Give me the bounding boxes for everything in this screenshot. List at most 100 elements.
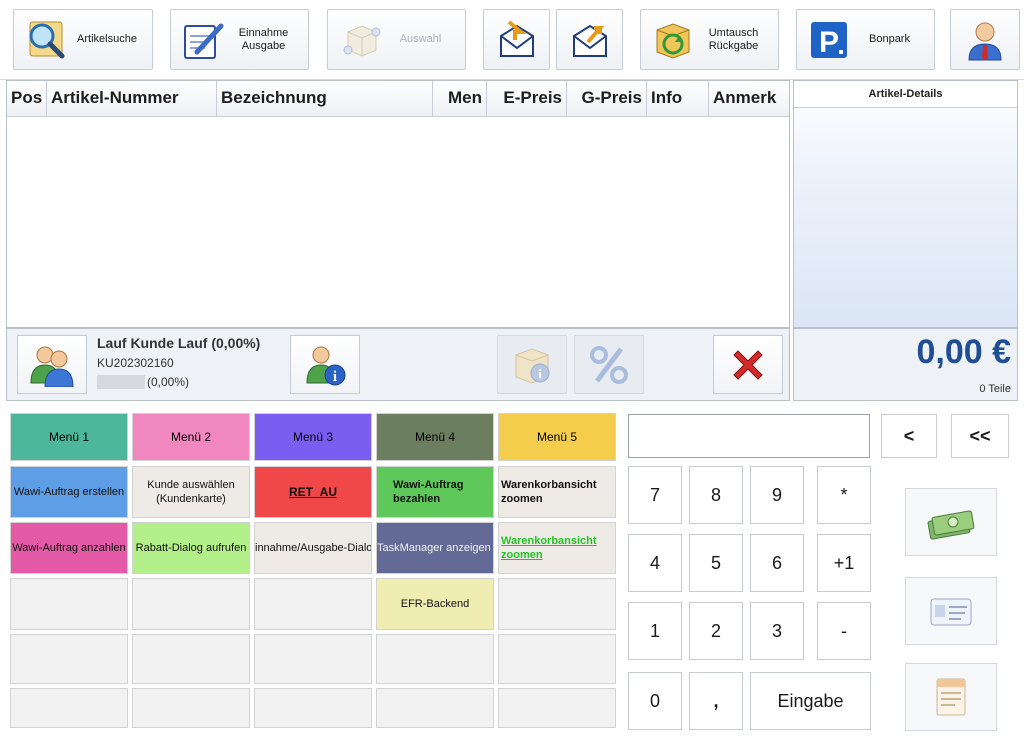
- task-manager-button[interactable]: TaskManager anzeigen: [376, 522, 494, 574]
- exchange-label: Umtausch: [708, 26, 759, 39]
- card-payment-button[interactable]: [905, 577, 997, 645]
- menu-tab-4[interactable]: Menü 4: [376, 413, 494, 461]
- key-9[interactable]: 9: [750, 466, 804, 524]
- key-6[interactable]: 6: [750, 534, 804, 592]
- zoom-cart-label: Warenkorbansicht zoomen: [501, 478, 597, 506]
- backspace-button[interactable]: <: [881, 414, 937, 458]
- menu-tab-1[interactable]: Menü 1: [10, 413, 128, 461]
- envelope-in-icon: [499, 19, 534, 57]
- zoom-cart-button[interactable]: Warenkorbansicht zoomen: [498, 466, 616, 518]
- article-table[interactable]: Pos Artikel-Nummer Bezeichnung Men E-Pre…: [6, 80, 790, 328]
- key-0[interactable]: 0: [628, 672, 682, 730]
- expense-label: Ausgabe: [241, 39, 286, 52]
- ret-au-button[interactable]: RET_AU: [254, 466, 372, 518]
- income-expense-button[interactable]: Einnahme Ausgabe: [170, 9, 309, 70]
- exchange-return-label: Umtausch Rückgabe: [695, 27, 778, 53]
- discount-dialog-button[interactable]: Rabatt-Dialog aufrufen: [132, 522, 250, 574]
- send-mail-button[interactable]: [556, 9, 623, 70]
- empty-slot: [498, 688, 616, 728]
- receive-mail-button[interactable]: [483, 9, 550, 70]
- select-customer-label: Kunde auswählen (Kundenkarte): [147, 478, 234, 506]
- pay-order-line2: bezahlen: [393, 493, 441, 505]
- article-details-title: Artikel-Details: [794, 81, 1017, 108]
- key-2[interactable]: 2: [689, 602, 743, 660]
- table-header: Pos Artikel-Nummer Bezeichnung Men E-Pre…: [7, 81, 789, 117]
- menu-tab-2[interactable]: Menü 2: [132, 413, 250, 461]
- discount-button[interactable]: [574, 335, 644, 394]
- receipt-button[interactable]: [905, 663, 997, 731]
- close-icon: [733, 349, 763, 380]
- column-description[interactable]: Bezeichnung: [217, 81, 433, 116]
- cash-payment-button[interactable]: [905, 488, 997, 556]
- income-expense-label: Einnahme Ausgabe: [225, 27, 308, 53]
- key-5[interactable]: 5: [689, 534, 743, 592]
- box-info-icon: i: [515, 347, 550, 384]
- cube-selection-icon: [343, 24, 381, 57]
- column-quantity[interactable]: Men: [433, 81, 487, 116]
- key-multiply[interactable]: *: [817, 466, 871, 524]
- key-1[interactable]: 1: [628, 602, 682, 660]
- pay-order-label: Wawi-Auftrag bezahlen: [393, 478, 463, 506]
- customers-icon: [30, 346, 74, 387]
- select-customer-line1: Kunde auswählen: [147, 479, 235, 491]
- total-amount: 0,00 €: [916, 333, 1011, 371]
- pay-order-button[interactable]: Wawi-Auftrag bezahlen: [376, 466, 494, 518]
- notepad-pen-icon: [184, 23, 224, 59]
- key-8[interactable]: 8: [689, 466, 743, 524]
- customer-strip: Lauf Kunde Lauf (0,00%) KU202302160 (0,0…: [6, 328, 790, 401]
- key-3[interactable]: 3: [750, 602, 804, 660]
- customer-name: Lauf Kunde Lauf (0,00%): [97, 335, 261, 351]
- menu-tab-5[interactable]: Menü 5: [498, 413, 616, 461]
- total-panel: 0,00 € 0 Teile: [793, 328, 1018, 401]
- empty-slot: [376, 688, 494, 728]
- column-pos[interactable]: Pos: [7, 81, 47, 116]
- svg-text:i: i: [333, 369, 337, 385]
- zoom-cart-line1: Warenkorbansicht: [501, 479, 597, 491]
- select-customer-button[interactable]: Kunde auswählen (Kundenkarte): [132, 466, 250, 518]
- column-article-number[interactable]: Artikel-Nummer: [47, 81, 217, 116]
- key-minus[interactable]: -: [817, 602, 871, 660]
- box-exchange-icon: [656, 22, 690, 59]
- enter-button[interactable]: Eingabe: [750, 672, 871, 730]
- zoom-cart-button-2[interactable]: Warenkorbansicht zoomen: [498, 522, 616, 574]
- article-info-button[interactable]: i: [497, 335, 567, 394]
- key-plus-one[interactable]: +1: [817, 534, 871, 592]
- column-remark[interactable]: Anmerk: [709, 81, 789, 116]
- empty-slot: [132, 578, 250, 630]
- total-items: 0 Teile: [979, 383, 1011, 395]
- customer-select-button[interactable]: [17, 335, 87, 394]
- column-unit-price[interactable]: E-Preis: [487, 81, 567, 116]
- key-4[interactable]: 4: [628, 534, 682, 592]
- return-label: Rückgabe: [708, 39, 759, 52]
- article-search-label: Artikelsuche: [77, 33, 137, 45]
- create-order-button[interactable]: Wawi-Auftrag erstellen: [10, 466, 128, 518]
- key-comma[interactable]: ,: [689, 672, 743, 730]
- column-total-price[interactable]: G-Preis: [567, 81, 647, 116]
- empty-slot: [254, 688, 372, 728]
- efr-backend-button[interactable]: EFR-Backend: [376, 578, 494, 630]
- card-icon: [930, 598, 972, 626]
- svg-text:P: P: [819, 26, 839, 59]
- exchange-return-button[interactable]: Umtausch Rückgabe: [640, 9, 779, 70]
- bonpark-button[interactable]: P Bonpark: [796, 9, 935, 70]
- article-search-button[interactable]: Artikelsuche: [13, 9, 153, 70]
- key-7[interactable]: 7: [628, 466, 682, 524]
- empty-slot: [10, 688, 128, 728]
- user-button[interactable]: [950, 9, 1020, 70]
- column-info[interactable]: Info: [647, 81, 709, 116]
- receipt-icon: [936, 678, 966, 716]
- down-payment-button[interactable]: Wawi-Auftrag anzahlen: [10, 522, 128, 574]
- customer-info-button[interactable]: i: [290, 335, 360, 394]
- user-icon: [968, 22, 1002, 60]
- empty-slot: [132, 688, 250, 728]
- menu-tab-3[interactable]: Menü 3: [254, 413, 372, 461]
- cancel-button[interactable]: [713, 335, 783, 394]
- percent-icon: [590, 345, 628, 384]
- income-expense-dialog-button[interactable]: innahme/Ausgabe-Dialo: [254, 522, 372, 574]
- empty-slot: [254, 578, 372, 630]
- selection-button[interactable]: Auswahl: [327, 9, 466, 70]
- amount-input[interactable]: [628, 414, 870, 458]
- redacted-field: [97, 375, 145, 389]
- pay-order-line1: Wawi-Auftrag: [393, 479, 464, 491]
- clear-all-button[interactable]: <<: [951, 414, 1009, 458]
